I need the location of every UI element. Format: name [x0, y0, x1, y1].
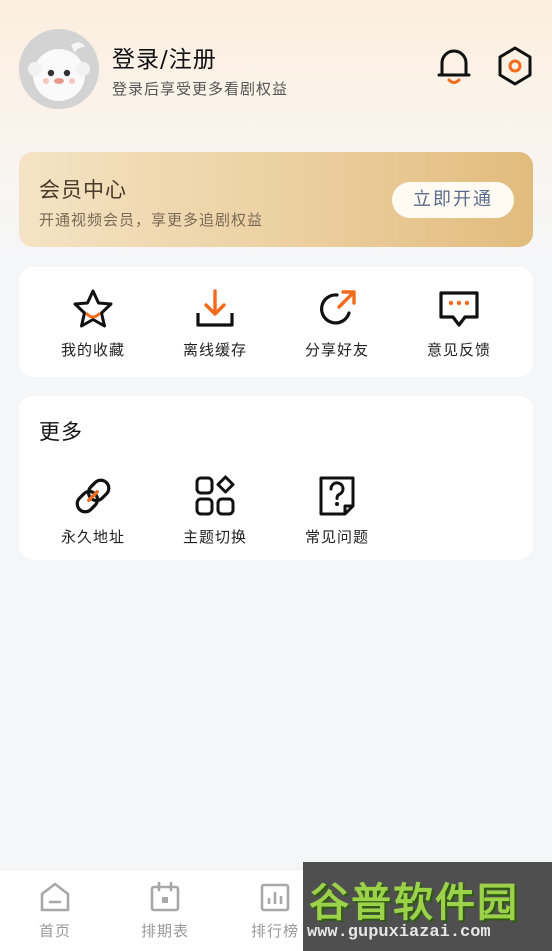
vip-title: 会员中心 [39, 178, 127, 202]
tool-favorites[interactable]: 我的收藏 [43, 287, 143, 360]
login-subtitle: 登录后享受更多看剧权益 [112, 80, 289, 98]
settings-button[interactable] [495, 45, 535, 87]
more-item-label: 主题切换 [182, 528, 247, 546]
tools-card: 我的收藏 离线缓存 分享好友 意见反馈 [19, 267, 533, 377]
link-icon [75, 478, 111, 514]
star-icon [73, 289, 113, 328]
more-item-theme[interactable]: 主题切换 [165, 474, 265, 547]
settings-hex-icon [498, 46, 532, 86]
more-title: 更多 [39, 420, 83, 444]
tool-label: 分享好友 [304, 341, 369, 359]
profile-header: 登录/注册 登录后享受更多看剧权益 [0, 0, 552, 140]
feedback-icon [439, 291, 479, 327]
vip-subtitle: 开通视频会员，享更多追剧权益 [39, 211, 264, 229]
mascot-avatar-icon [19, 29, 99, 109]
tool-feedback[interactable]: 意见反馈 [409, 287, 509, 360]
watermark-overlay: 谷普软件园 www.gupuxiazai.com [303, 862, 552, 951]
more-card: 更多 永久地址 主题切换 常见问题 [19, 396, 533, 560]
tool-share[interactable]: 分享好友 [287, 287, 387, 360]
share-icon [320, 290, 356, 325]
more-item-permanent-address[interactable]: 永久地址 [43, 474, 143, 547]
bell-icon [437, 49, 471, 84]
ranking-icon [260, 883, 290, 912]
vip-center-card[interactable]: 会员中心 开通视频会员，享更多追剧权益 立即开通 [19, 152, 533, 247]
tab-label: 首页 [38, 922, 71, 940]
watermark-url: www.gupuxiazai.com [307, 923, 491, 942]
tab-home[interactable]: 首页 [15, 880, 95, 941]
login-title[interactable]: 登录/注册 [112, 40, 217, 74]
avatar[interactable] [19, 29, 99, 109]
faq-icon [319, 476, 355, 516]
tab-label: 排期表 [140, 922, 189, 940]
theme-icon [195, 475, 235, 516]
more-item-faq[interactable]: 常见问题 [287, 474, 387, 547]
vip-open-button[interactable]: 立即开通 [392, 182, 514, 218]
tool-label: 我的收藏 [60, 341, 125, 359]
download-icon [196, 289, 234, 327]
watermark-brand: 谷普软件园 [309, 880, 519, 926]
more-item-label: 永久地址 [60, 528, 125, 546]
tool-label: 意见反馈 [426, 341, 491, 359]
notification-button[interactable] [434, 45, 474, 87]
tab-schedule[interactable]: 排期表 [125, 880, 205, 941]
calendar-icon [150, 881, 180, 912]
tool-offline-cache[interactable]: 离线缓存 [165, 287, 265, 360]
more-item-label: 常见问题 [304, 528, 369, 546]
home-icon [40, 882, 70, 912]
tool-label: 离线缓存 [182, 341, 247, 359]
